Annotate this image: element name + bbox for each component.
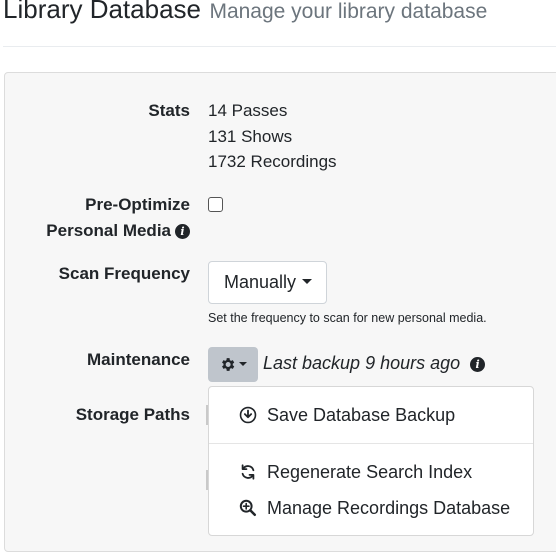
page-subtitle: Manage your library database (209, 0, 488, 23)
header-divider (3, 46, 556, 47)
maintenance-menu-button[interactable] (208, 347, 258, 382)
maintenance-label: Maintenance (87, 350, 190, 369)
stats-passes: 14 Passes (208, 101, 288, 120)
pre-optimize-label-text: Personal Media (46, 221, 171, 240)
gear-icon (222, 358, 235, 371)
chevron-down-icon (239, 362, 247, 366)
stats-recordings: 1732 Recordings (208, 152, 337, 171)
stats-label: Stats (148, 101, 190, 120)
pre-optimize-checkbox[interactable] (208, 197, 223, 212)
info-icon[interactable]: i (470, 357, 486, 372)
pre-optimize-label-line1: Pre-Optimize (85, 195, 190, 214)
scan-frequency-dropdown[interactable]: Manually (208, 261, 327, 304)
last-backup-status: Last backup 9 hours ago i (263, 351, 486, 375)
menu-item-save-backup[interactable]: Save Database Backup (209, 398, 533, 432)
info-icon[interactable]: i (175, 224, 190, 239)
page-title: Library Database (3, 0, 201, 24)
chevron-down-icon (302, 279, 313, 284)
storage-paths-label: Storage Paths (75, 405, 190, 424)
scan-frequency-help: Set the frequency to scan for new person… (208, 311, 487, 325)
menu-item-label: Regenerate Search Index (267, 462, 473, 482)
search-plus-icon (239, 499, 257, 517)
sync-icon (241, 464, 255, 480)
last-backup-text: Last backup 9 hours ago (263, 353, 461, 373)
page-header: Library Database Manage your library dat… (3, 0, 556, 30)
menu-item-regenerate-index[interactable]: Regenerate Search Index (209, 455, 533, 489)
menu-item-label: Manage Recordings Database (267, 498, 511, 518)
download-circle-icon (239, 406, 257, 424)
stats-shows: 131 Shows (208, 126, 293, 146)
menu-item-label: Save Database Backup (267, 405, 456, 425)
scan-frequency-label: Scan Frequency (58, 264, 190, 283)
menu-divider (209, 443, 533, 444)
scan-frequency-selected: Manually (224, 272, 297, 292)
maintenance-dropdown-menu: Save Database Backup Regenerate Search I… (208, 386, 534, 536)
menu-item-manage-recordings[interactable]: Manage Recordings Database (209, 491, 533, 525)
pre-optimize-label-line2: Personal Media i (46, 218, 190, 244)
